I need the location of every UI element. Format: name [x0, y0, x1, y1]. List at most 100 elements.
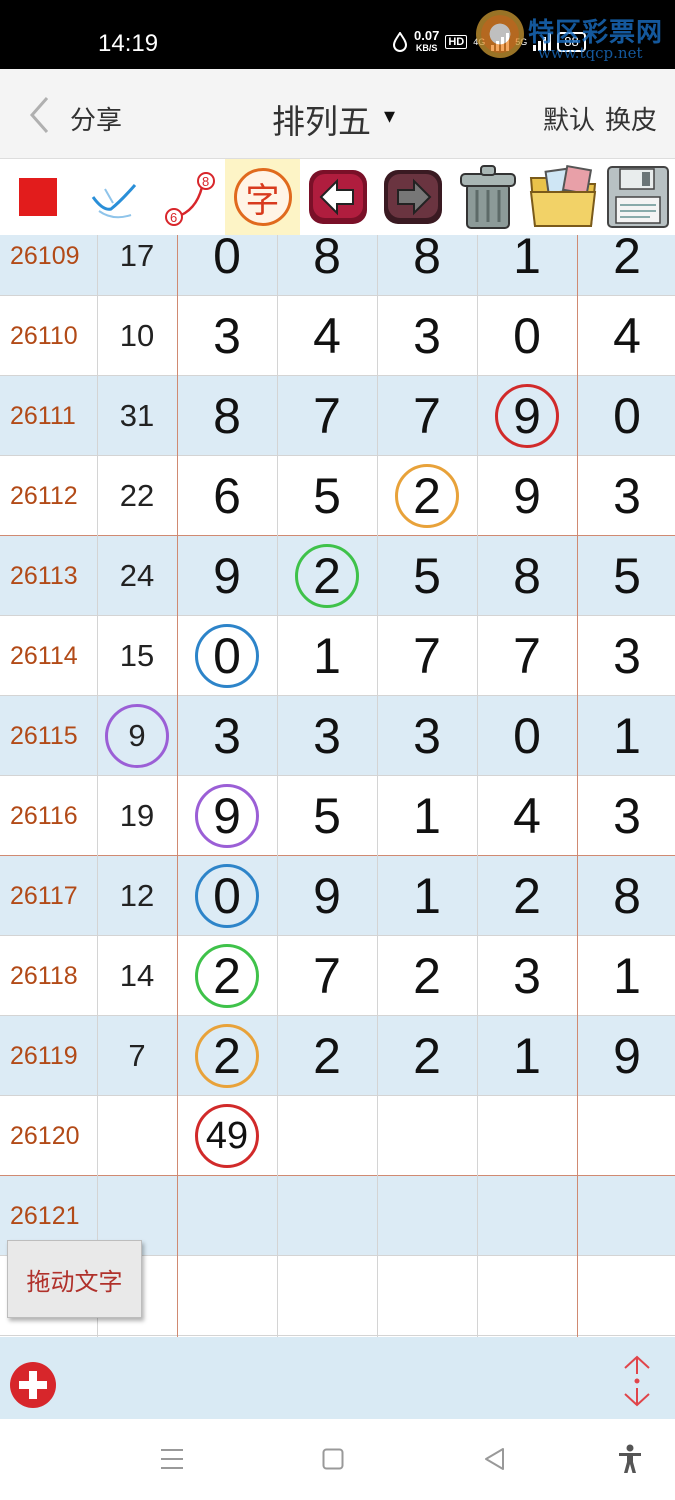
digit-cell[interactable]: 0: [577, 376, 675, 456]
digit-cell[interactable]: [477, 1256, 577, 1336]
digit-cell[interactable]: 3: [377, 696, 477, 776]
digit-cell[interactable]: 3: [177, 296, 277, 376]
digit-cell[interactable]: 2: [277, 1016, 377, 1096]
digit-cell[interactable]: 7: [277, 376, 377, 456]
digit-cell[interactable]: 2: [377, 936, 477, 1016]
table-row[interactable]: 26111 31 8 7 7 9 0: [0, 376, 675, 456]
digit-cell[interactable]: 1: [377, 856, 477, 936]
digit-cell[interactable]: [377, 1256, 477, 1336]
check-tool-button[interactable]: [75, 159, 150, 235]
save-button[interactable]: [600, 159, 675, 235]
chevron-down-icon[interactable]: ▾: [384, 104, 395, 129]
table-row[interactable]: 26109 17 0 8 8 1 2: [0, 235, 675, 296]
digit-cell[interactable]: 0: [477, 696, 577, 776]
digit-cell[interactable]: 1: [377, 776, 477, 856]
digit-cell[interactable]: [377, 1096, 477, 1176]
char-tool-button[interactable]: 字: [225, 159, 300, 235]
digit-cell[interactable]: 9: [277, 856, 377, 936]
digit-cell[interactable]: [477, 1096, 577, 1176]
redo-button[interactable]: [375, 159, 450, 235]
digit-cell[interactable]: 5: [277, 456, 377, 536]
digit-cell[interactable]: 3: [477, 936, 577, 1016]
home-icon[interactable]: [322, 1448, 344, 1470]
change-skin-button[interactable]: 换皮: [605, 100, 657, 137]
digit-cell[interactable]: [177, 1176, 277, 1256]
digit-cell[interactable]: 4: [277, 296, 377, 376]
page-title[interactable]: 排列五: [272, 95, 371, 143]
digit-cell[interactable]: 8: [377, 235, 477, 296]
highlight-ring: [195, 624, 259, 688]
table-row[interactable]: 26113 24 9 2 5 8 5: [0, 536, 675, 616]
digit-cell[interactable]: 3: [277, 696, 377, 776]
chevron-left-icon[interactable]: [28, 96, 50, 134]
digit-cell[interactable]: 7: [277, 936, 377, 1016]
digit-cell[interactable]: 0: [177, 235, 277, 296]
digit-cell[interactable]: 2: [377, 1016, 477, 1096]
gallery-button[interactable]: [525, 159, 600, 235]
digit-cell[interactable]: 7: [377, 376, 477, 456]
table-row[interactable]: 26116 19 9 5 1 4 3: [0, 776, 675, 856]
zi-character-icon: 字: [233, 168, 292, 226]
digit-cell[interactable]: 9: [577, 1016, 675, 1096]
digit-cell[interactable]: 1: [577, 696, 675, 776]
digit-cell[interactable]: 5: [577, 536, 675, 616]
digit-cell[interactable]: [277, 1176, 377, 1256]
color-tool-button[interactable]: [0, 159, 75, 235]
digit-cell[interactable]: 8: [577, 856, 675, 936]
table-row[interactable]: 26119 7 2 2 2 1 9: [0, 1016, 675, 1096]
plus-circle-icon[interactable]: [10, 1362, 56, 1408]
digit-cell[interactable]: 5: [377, 536, 477, 616]
digit-cell[interactable]: 3: [377, 296, 477, 376]
sum-cell: 24: [119, 558, 155, 593]
digit-cell[interactable]: [577, 1096, 675, 1176]
digit-cell[interactable]: 8: [277, 235, 377, 296]
menu-icon[interactable]: [160, 1448, 184, 1470]
drag-text-button[interactable]: 拖动文字: [7, 1240, 142, 1318]
digit-cell[interactable]: 2: [577, 235, 675, 296]
digit-cell[interactable]: [277, 1096, 377, 1176]
table-row[interactable]: 26112 22 6 5 2 9 3: [0, 456, 675, 536]
back-triangle-icon[interactable]: [483, 1447, 505, 1471]
digit-cell[interactable]: [377, 1176, 477, 1256]
table-row[interactable]: 26117 12 0 9 1 2 8: [0, 856, 675, 936]
digit-cell[interactable]: 3: [577, 616, 675, 696]
accessibility-icon[interactable]: [617, 1444, 643, 1474]
table-row[interactable]: 26115 9 3 3 3 0 1: [0, 696, 675, 776]
up-down-arrows-icon[interactable]: [620, 1354, 654, 1408]
undo-button[interactable]: [300, 159, 375, 235]
table-row[interactable]: 26118 14 2 7 2 3 1: [0, 936, 675, 1016]
digit-cell[interactable]: [477, 1176, 577, 1256]
sum-cell: 7: [128, 1038, 146, 1073]
digit-cell[interactable]: 3: [177, 696, 277, 776]
digit-cell[interactable]: 1: [277, 616, 377, 696]
digit-cell[interactable]: 9: [177, 536, 277, 616]
delete-button[interactable]: [450, 159, 525, 235]
digit-cell[interactable]: 1: [477, 235, 577, 296]
trend-tool-button[interactable]: 8 6: [150, 159, 225, 235]
digit-cell[interactable]: [277, 1256, 377, 1336]
table-row[interactable]: 26114 15 0 1 7 7 3: [0, 616, 675, 696]
digit-cell[interactable]: 7: [377, 616, 477, 696]
digit-cell[interactable]: 1: [477, 1016, 577, 1096]
table-row[interactable]: 26120 49: [0, 1096, 675, 1176]
digit-cell[interactable]: 1: [577, 936, 675, 1016]
digit-cell[interactable]: 8: [177, 376, 277, 456]
default-button[interactable]: 默认: [543, 100, 595, 137]
digit-cell[interactable]: 4: [477, 776, 577, 856]
digit-cell[interactable]: [577, 1176, 675, 1256]
digit-cell[interactable]: 7: [477, 616, 577, 696]
digit-cell[interactable]: 3: [577, 456, 675, 536]
digit-cell[interactable]: 9: [477, 456, 577, 536]
digit-cell[interactable]: 5: [277, 776, 377, 856]
digit-cell[interactable]: 2: [477, 856, 577, 936]
digit-cell[interactable]: 8: [477, 536, 577, 616]
digit-cell[interactable]: 0: [477, 296, 577, 376]
digit-cell[interactable]: [177, 1256, 277, 1336]
table-row[interactable]: 26110 10 3 4 3 0 4: [0, 296, 675, 376]
share-button[interactable]: 分享: [70, 100, 122, 137]
digit-cell[interactable]: [577, 1256, 675, 1336]
digit-cell[interactable]: 6: [177, 456, 277, 536]
digit-cell[interactable]: 3: [577, 776, 675, 856]
sum-cell: 14: [119, 958, 155, 993]
digit-cell[interactable]: 4: [577, 296, 675, 376]
